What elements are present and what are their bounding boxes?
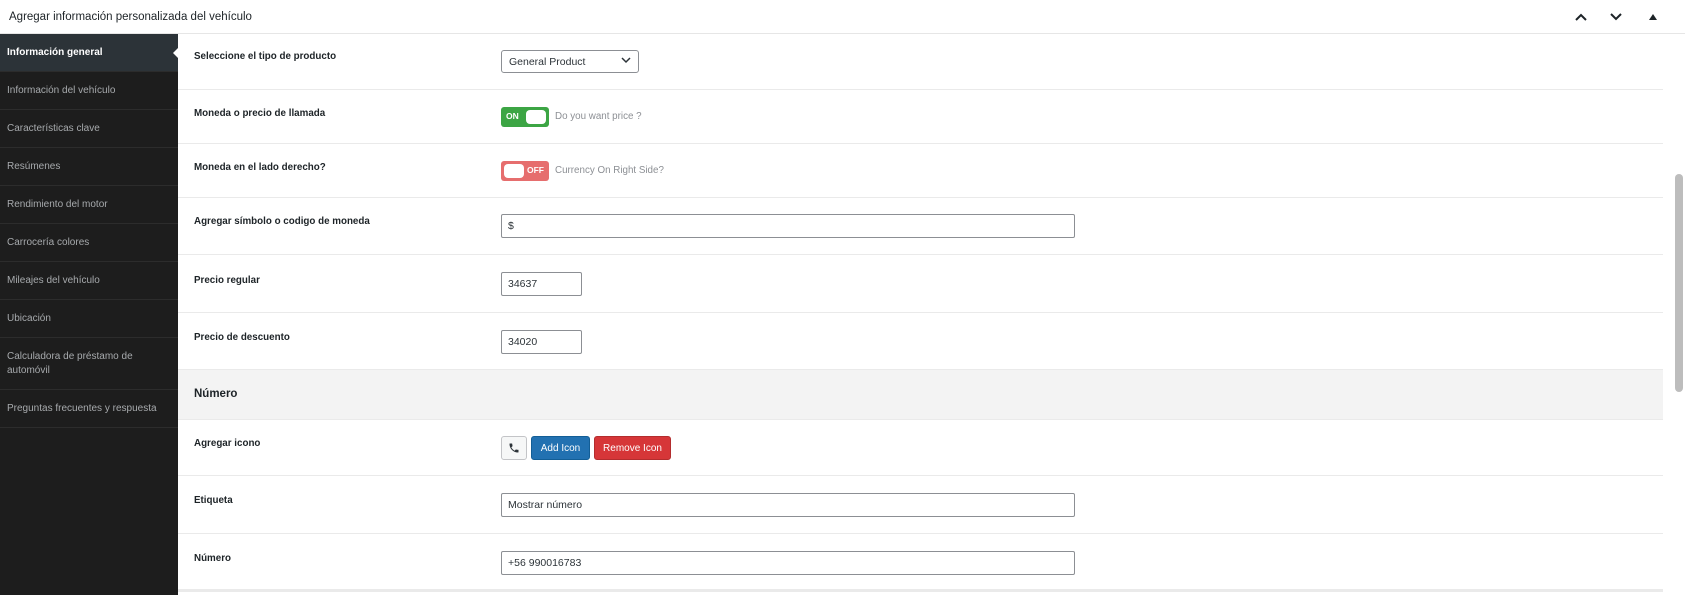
call-price-hint: Do you want price ?	[555, 111, 642, 122]
toggle-knob	[504, 164, 524, 178]
sidebar-item-ubicacion[interactable]: Ubicación	[0, 300, 178, 338]
sidebar-item-informacion-vehiculo[interactable]: Información del vehículo	[0, 72, 178, 110]
scrollbar-thumb[interactable]	[1675, 174, 1683, 392]
call-price-label: Moneda o precio de llamada	[194, 108, 326, 119]
form-panel: Seleccione el tipo de producto General P…	[178, 34, 1663, 595]
section-number: Número	[178, 370, 1663, 420]
chevron-down-icon[interactable]	[1604, 6, 1628, 28]
add-icon-label: Agregar icono	[194, 438, 261, 449]
sidebar-item-mileajes[interactable]: Mileajes del vehículo	[0, 262, 178, 300]
section-number-title: Número	[194, 388, 238, 400]
row-currency-symbol: Agregar símbolo o codigo de moneda $	[178, 198, 1663, 255]
call-price-toggle[interactable]: ON	[501, 107, 549, 127]
row-discount-price: Precio de descuento 34020	[178, 313, 1663, 370]
panel-title: Agregar información personalizada del ve…	[9, 11, 252, 23]
sidebar-item-rendimiento-motor[interactable]: Rendimiento del motor	[0, 186, 178, 224]
row-regular-price: Precio regular 34637	[178, 255, 1663, 313]
chevron-down-icon	[621, 55, 631, 67]
row-tag: Etiqueta Mostrar número	[178, 476, 1663, 534]
sidebar-item-informacion-general[interactable]: Información general	[0, 34, 179, 72]
number-input[interactable]: +56 990016783	[501, 551, 1075, 575]
toggle-knob	[526, 110, 546, 124]
toggle-state: ON	[506, 111, 519, 121]
row-add-icon: Agregar icono Add Icon Remove Icon	[178, 420, 1663, 476]
currency-right-label: Moneda en el lado derecho?	[194, 162, 326, 173]
regular-price-label: Precio regular	[194, 275, 260, 286]
row-call-price: Moneda o precio de llamada ON Do you wan…	[178, 90, 1663, 144]
collapse-triangle-icon[interactable]	[1641, 6, 1665, 28]
chevron-up-icon[interactable]	[1569, 6, 1593, 28]
product-type-value: General Product	[509, 56, 586, 68]
toggle-state: OFF	[527, 165, 544, 175]
panel-header: Agregar información personalizada del ve…	[0, 0, 1685, 34]
product-type-select[interactable]: General Product	[501, 50, 639, 73]
currency-right-hint: Currency On Right Side?	[555, 165, 664, 176]
sidebar-item-calculadora[interactable]: Calculadora de préstamo de automóvil	[0, 338, 178, 390]
sidebar: Información general Información del vehí…	[0, 34, 179, 595]
sidebar-item-carroceria-colores[interactable]: Carrocería colores	[0, 224, 178, 262]
currency-symbol-input[interactable]: $	[501, 214, 1075, 238]
add-icon-button[interactable]: Add Icon	[531, 436, 590, 460]
discount-price-input[interactable]: 34020	[501, 330, 582, 354]
row-number: Número +56 990016783	[178, 534, 1663, 592]
remove-icon-button[interactable]: Remove Icon	[594, 436, 671, 460]
currency-symbol-label: Agregar símbolo o codigo de moneda	[194, 216, 370, 227]
number-label: Número	[194, 553, 232, 564]
row-product-type: Seleccione el tipo de producto General P…	[178, 34, 1663, 90]
phone-icon[interactable]	[501, 436, 527, 460]
sidebar-item-preguntas[interactable]: Preguntas frecuentes y respuesta	[0, 390, 178, 428]
sidebar-item-resumenes[interactable]: Resúmenes	[0, 148, 178, 186]
currency-right-toggle[interactable]: OFF	[501, 161, 549, 181]
regular-price-input[interactable]: 34637	[501, 272, 582, 296]
row-currency-right: Moneda en el lado derecho? OFF Currency …	[178, 144, 1663, 198]
discount-price-label: Precio de descuento	[194, 332, 290, 343]
tag-input[interactable]: Mostrar número	[501, 493, 1075, 517]
sidebar-item-caracteristicas-clave[interactable]: Características clave	[0, 110, 178, 148]
tag-label: Etiqueta	[194, 495, 233, 506]
product-type-label: Seleccione el tipo de producto	[194, 51, 337, 62]
